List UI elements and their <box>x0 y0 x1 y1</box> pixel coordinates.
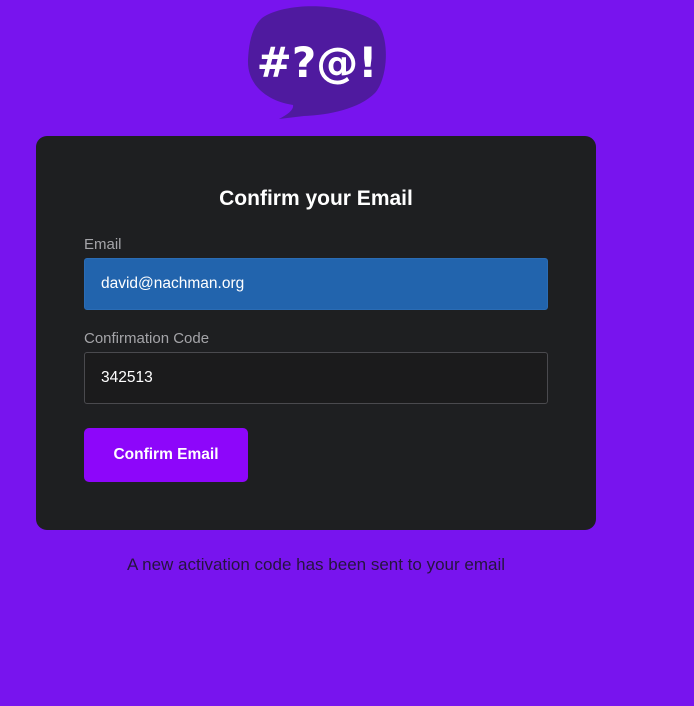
page: #?@! Confirm your Email Email Confirmati… <box>0 0 694 706</box>
page-title: Confirm your Email <box>219 187 413 210</box>
confirmation-code-label: Confirmation Code <box>84 330 210 347</box>
speech-bubble-logo-icon: #?@! <box>247 6 386 119</box>
email-field[interactable] <box>84 258 548 310</box>
confirmation-code-field[interactable] <box>84 352 548 404</box>
status-message: A new activation code has been sent to y… <box>126 555 505 574</box>
email-label: Email <box>84 236 122 253</box>
logo-text: #?@! <box>257 38 378 87</box>
confirm-email-button[interactable]: Confirm Email <box>84 428 248 482</box>
confirm-email-card: Confirm your Email Email Confirmation Co… <box>36 136 596 530</box>
